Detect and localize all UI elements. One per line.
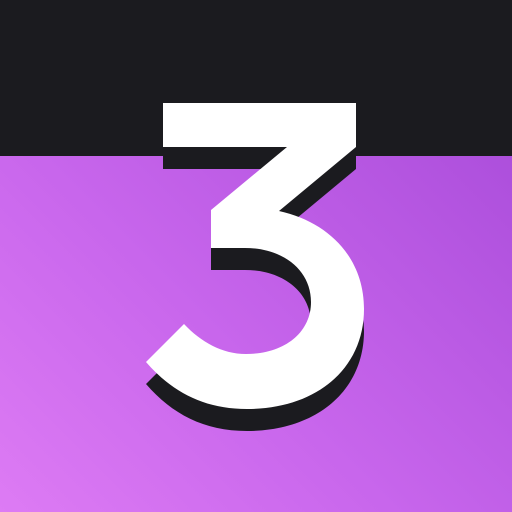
number-three-icon — [146, 103, 364, 431]
app-icon[interactable] — [0, 0, 512, 512]
